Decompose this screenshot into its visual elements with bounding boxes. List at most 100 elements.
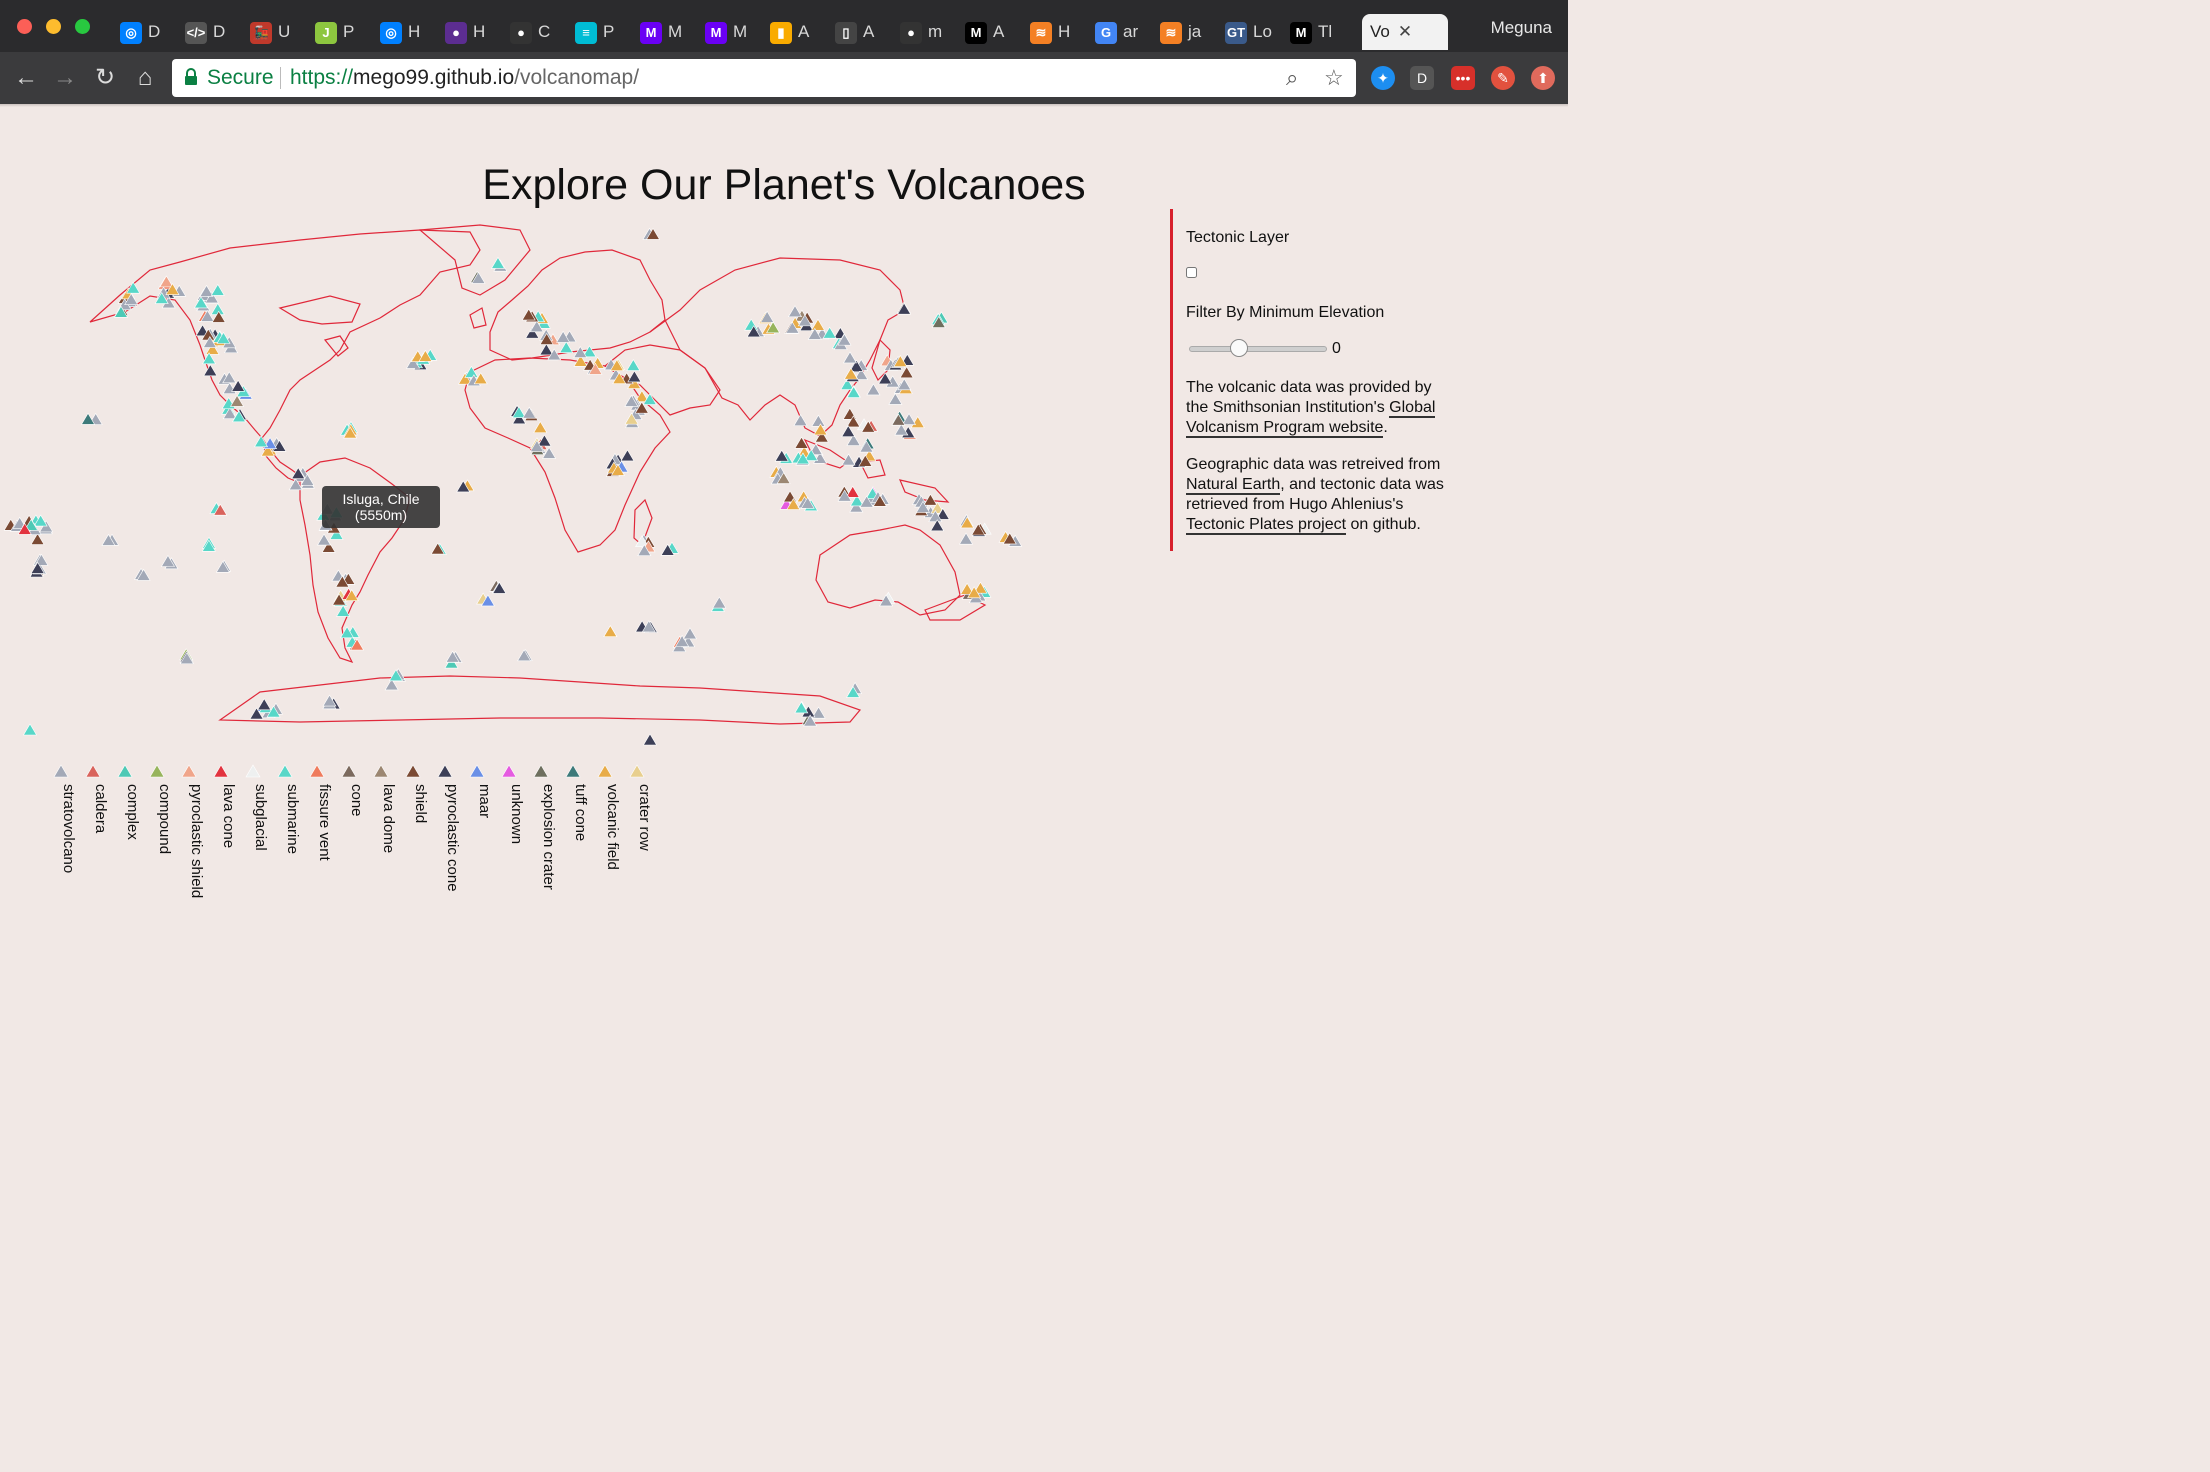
- volcano-marker[interactable]: [894, 423, 909, 436]
- volcano-marker[interactable]: [794, 701, 809, 714]
- elevation-slider-thumb[interactable]: [1229, 339, 1248, 357]
- tab-18[interactable]: M Tl: [1290, 14, 1348, 50]
- forward-icon[interactable]: →: [51, 64, 79, 92]
- volcano-marker[interactable]: [626, 358, 641, 371]
- gvp-link[interactable]: Volcanism Program website: [1186, 419, 1384, 438]
- tab-16[interactable]: ≋ ja: [1160, 14, 1218, 50]
- close-tab-icon[interactable]: ✕: [1398, 22, 1412, 41]
- url-text[interactable]: https://mego99.github.io/volcanomap/: [290, 66, 639, 90]
- tab-label: ar: [1123, 22, 1139, 41]
- maximize-window-icon[interactable]: [75, 19, 90, 34]
- volcano-marker[interactable]: [842, 351, 858, 364]
- volcano-marker[interactable]: [210, 283, 225, 296]
- address-separator: [280, 67, 281, 89]
- volcano-marker[interactable]: [787, 305, 803, 318]
- tab-14[interactable]: ≋ H: [1030, 14, 1088, 50]
- close-window-icon[interactable]: [17, 19, 32, 34]
- tab-label: Tl: [1318, 22, 1333, 41]
- volcano-marker[interactable]: [199, 284, 214, 297]
- tab-10[interactable]: ▮ A: [770, 14, 828, 50]
- volcano-marker[interactable]: [793, 414, 808, 426]
- minimize-window-icon[interactable]: [46, 19, 61, 34]
- tectonic-layer-checkbox[interactable]: [1186, 267, 1197, 278]
- legend-triangle-icon: [373, 764, 389, 778]
- volcano-marker[interactable]: [959, 532, 974, 545]
- tab-4[interactable]: ◎ H: [380, 14, 438, 50]
- volcano-marker[interactable]: [539, 343, 554, 356]
- credit-text: .: [1383, 419, 1388, 436]
- address-bar[interactable]: Secure https://mego99.github.io/volcanom…: [172, 59, 1356, 97]
- volcano-marker[interactable]: [642, 733, 658, 746]
- tab-2[interactable]: 🚂 U: [250, 14, 308, 50]
- volcano-marker[interactable]: [682, 627, 698, 640]
- tab-active[interactable]: Vo ✕: [1362, 14, 1448, 50]
- home-icon[interactable]: ⌂: [131, 64, 159, 92]
- volcano-marker[interactable]: [464, 365, 479, 378]
- tab-5[interactable]: ● H: [445, 14, 503, 50]
- profile-name[interactable]: Meguna: [1491, 18, 1552, 38]
- volcano-marker[interactable]: [744, 318, 759, 331]
- volcano-marker[interactable]: [30, 532, 45, 545]
- volcano-marker[interactable]: [866, 383, 881, 396]
- volcano-marker[interactable]: [811, 414, 826, 427]
- tab-3[interactable]: JP: [315, 14, 373, 50]
- volcano-marker[interactable]: [878, 372, 893, 385]
- volcano-marker[interactable]: [336, 604, 351, 617]
- volcano-marker[interactable]: [559, 341, 574, 353]
- volcano-marker[interactable]: [620, 449, 635, 462]
- volcano-marker[interactable]: [254, 435, 269, 448]
- volcano-marker[interactable]: [533, 421, 548, 433]
- volcano-marker[interactable]: [22, 723, 38, 736]
- legend-triangle-icon: [437, 764, 453, 778]
- extension-icon[interactable]: •••: [1451, 66, 1475, 90]
- volcano-marker[interactable]: [203, 364, 218, 377]
- tab-15[interactable]: Gar: [1095, 14, 1153, 50]
- elevation-slider[interactable]: [1189, 346, 1327, 352]
- tab-17[interactable]: GT Lo: [1225, 14, 1283, 50]
- tab-8[interactable]: MM: [640, 14, 698, 50]
- volcano-markers[interactable]: [3, 227, 1023, 746]
- tab-11[interactable]: ▯ A: [835, 14, 893, 50]
- extension-icon[interactable]: ⬆: [1531, 66, 1555, 90]
- volcano-marker[interactable]: [810, 318, 826, 331]
- tab-0[interactable]: ◎ D: [120, 14, 178, 50]
- volcano-marker[interactable]: [888, 392, 903, 405]
- legend-item: pyroclastic shield: [180, 760, 212, 1020]
- tooltip-volcano-name: Isluga, Chile: [342, 491, 420, 507]
- zoom-icon[interactable]: ⌕: [1286, 65, 1298, 91]
- tab-6[interactable]: ● C: [510, 14, 568, 50]
- reload-icon[interactable]: ↻: [91, 64, 119, 92]
- legend-label: submarine: [284, 784, 301, 855]
- natural-earth-link[interactable]: Natural Earth: [1186, 476, 1281, 495]
- volcano-marker[interactable]: [317, 533, 332, 546]
- volcano-marker[interactable]: [522, 406, 537, 419]
- volcano-marker[interactable]: [712, 596, 727, 609]
- legend-label: pyroclastic cone: [444, 784, 461, 892]
- volcano-marker[interactable]: [490, 256, 506, 269]
- volcano-marker[interactable]: [603, 625, 618, 638]
- volcano-marker[interactable]: [573, 346, 588, 358]
- volcano-marker[interactable]: [841, 425, 856, 437]
- tab-label: U: [278, 22, 291, 41]
- legend-triangle-icon: [277, 764, 293, 778]
- tab-13[interactable]: MA: [965, 14, 1023, 50]
- bookmark-star-icon[interactable]: ☆: [1324, 65, 1344, 91]
- volcano-marker[interactable]: [627, 370, 642, 383]
- extension-icon[interactable]: ✦: [1371, 66, 1395, 90]
- volcano-marker[interactable]: [897, 302, 912, 315]
- gvp-link[interactable]: Global: [1389, 399, 1436, 418]
- tab-1[interactable]: </> D: [185, 14, 243, 50]
- volcano-marker[interactable]: [159, 275, 174, 288]
- tab-7[interactable]: ≡ P: [575, 14, 633, 50]
- world-map[interactable]: [0, 200, 1160, 750]
- tectonic-plates-link[interactable]: Tectonic Plates project: [1186, 516, 1347, 535]
- volcano-marker[interactable]: [899, 366, 914, 379]
- extension-icon[interactable]: D: [1410, 66, 1434, 90]
- volcano-marker[interactable]: [257, 698, 272, 711]
- back-icon[interactable]: ←: [12, 64, 40, 92]
- tab-9[interactable]: MM: [705, 14, 763, 50]
- extension-icon[interactable]: ✎: [1491, 66, 1515, 90]
- credit-text: on github.: [1346, 516, 1421, 533]
- tab-12[interactable]: ● m: [900, 14, 958, 50]
- filter-elevation-label: Filter By Minimum Elevation: [1186, 304, 1385, 321]
